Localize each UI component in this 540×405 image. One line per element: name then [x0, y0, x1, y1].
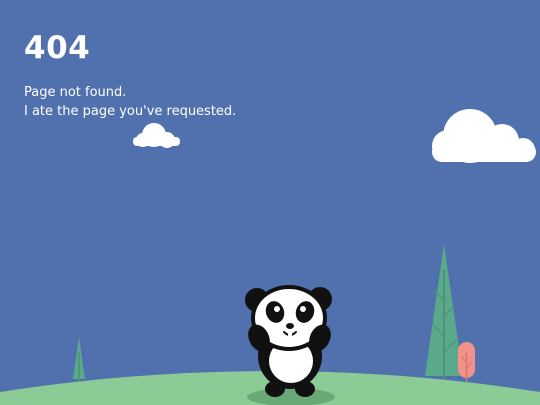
tall-tree-right [425, 244, 463, 388]
small-tree-left [73, 337, 85, 383]
small-cloud [133, 123, 180, 148]
illustration-scene [0, 109, 540, 405]
large-cloud [432, 109, 536, 163]
